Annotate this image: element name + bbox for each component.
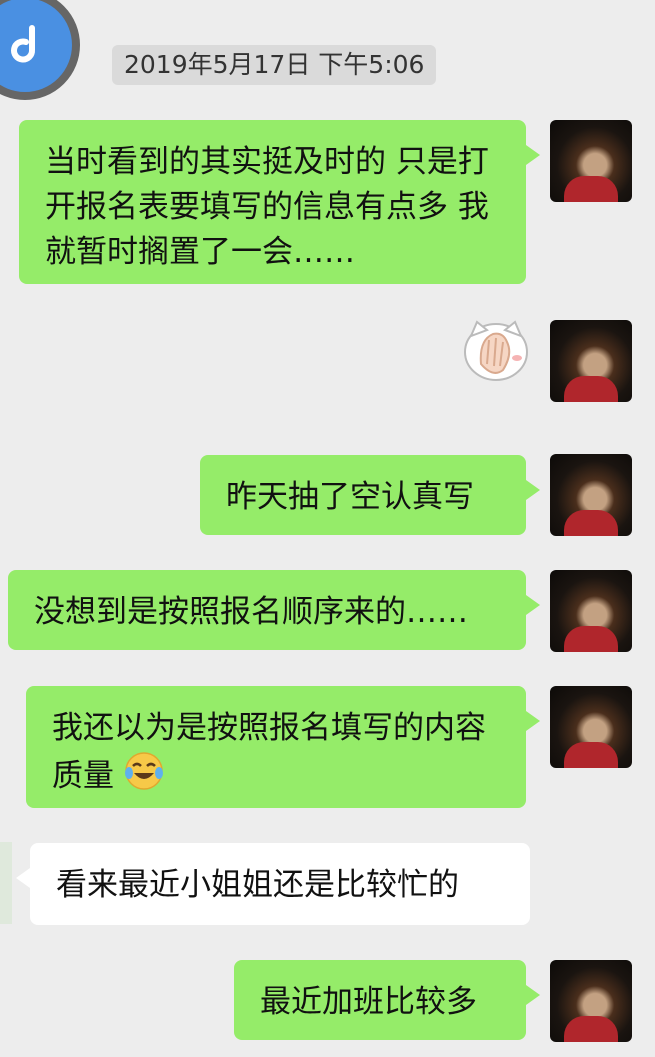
tears-of-joy-emoji-icon <box>124 751 164 804</box>
my-avatar[interactable] <box>550 686 632 768</box>
message-text: 没想到是按照报名顺序来的…… <box>34 594 468 630</box>
message-bubble[interactable]: 最近加班比较多 <box>234 960 540 1040</box>
my-avatar[interactable] <box>550 960 632 1042</box>
message-text: 最近加班比较多 <box>260 984 477 1020</box>
my-avatar[interactable] <box>550 570 632 652</box>
message-timestamp: 2019年5月17日 下午5:06 <box>112 45 437 85</box>
message-text: 当时看到的其实挺及时的 只是打开报名表要填写的信息有点多 我就暂时搁置了一会…… <box>45 144 489 270</box>
message-bubble[interactable]: 当时看到的其实挺及时的 只是打开报名表要填写的信息有点多 我就暂时搁置了一会…… <box>19 120 540 284</box>
message-bubble[interactable]: 看来最近小姐姐还是比较忙的 <box>16 843 530 925</box>
music-note-icon <box>11 25 35 63</box>
message-bubble[interactable]: 昨天抽了空认真写 <box>200 455 540 535</box>
my-avatar[interactable] <box>550 120 632 202</box>
contact-avatar[interactable] <box>0 0 80 100</box>
message-text: 看来最近小姐姐还是比较忙的 <box>56 867 459 903</box>
message-text: 昨天抽了空认真写 <box>226 479 474 515</box>
message-bubble[interactable]: 我还以为是按照报名填写的内容质量 <box>26 686 540 808</box>
cat-sticker-icon[interactable] <box>463 318 529 382</box>
message-bubble[interactable]: 没想到是按照报名顺序来的…… <box>8 570 540 650</box>
other-avatar-edge <box>0 842 12 924</box>
my-avatar[interactable] <box>550 454 632 536</box>
my-avatar[interactable] <box>550 320 632 402</box>
message-text: 我还以为是按照报名填写的内容质量 <box>52 710 486 794</box>
